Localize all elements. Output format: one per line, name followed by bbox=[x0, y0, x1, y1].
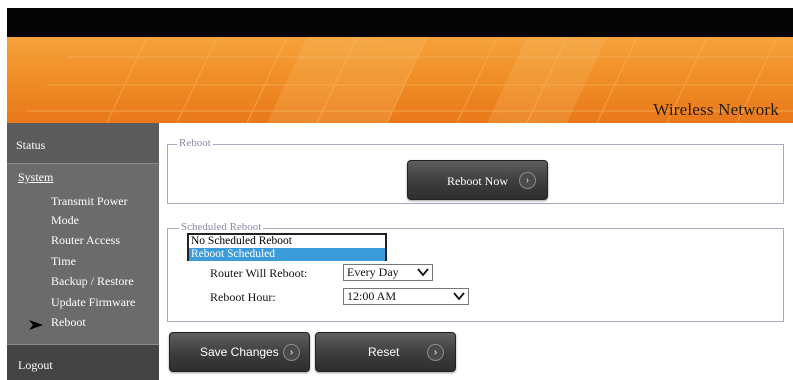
sidebar-item-status[interactable]: Status bbox=[7, 123, 159, 164]
sidebar-item-system[interactable]: System bbox=[18, 170, 53, 185]
sidebar-item-transmit-power[interactable]: Transmit Power bbox=[51, 194, 128, 209]
schedule-dropdown-list[interactable]: No Scheduled Reboot Reboot Scheduled bbox=[187, 233, 387, 261]
save-changes-label: Save Changes bbox=[200, 345, 279, 359]
save-changes-button[interactable]: Save Changes › bbox=[169, 332, 310, 372]
app-title: Wireless Network bbox=[653, 100, 779, 119]
sidebar-section-system: System Transmit Power Mode Router Access… bbox=[7, 164, 159, 343]
option-no-scheduled-reboot[interactable]: No Scheduled Reboot bbox=[189, 235, 385, 248]
active-arrow-icon bbox=[29, 320, 43, 330]
chevron-right-icon: › bbox=[519, 172, 536, 189]
reset-label: Reset bbox=[368, 345, 400, 359]
sidebar-item-time[interactable]: Time bbox=[51, 254, 76, 269]
reboot-hour-select[interactable]: 12:00 AM bbox=[343, 288, 469, 305]
reboot-now-label: Reboot Now bbox=[447, 174, 508, 188]
sidebar-item-reboot[interactable]: Reboot bbox=[51, 315, 86, 330]
header-banner: Wireless Network bbox=[7, 37, 793, 123]
chevron-down-icon bbox=[453, 292, 465, 301]
sidebar-item-mode[interactable]: Mode bbox=[51, 213, 79, 228]
sidebar: Status System Transmit Power Mode Router… bbox=[7, 123, 159, 380]
main-content: Reboot Reboot Now › Scheduled Reboot No … bbox=[159, 123, 793, 380]
router-will-reboot-label: Router Will Reboot: bbox=[210, 266, 308, 280]
reboot-hour-value: 12:00 AM bbox=[347, 289, 397, 303]
sidebar-item-logout[interactable]: Logout bbox=[7, 344, 159, 380]
chevron-down-icon bbox=[417, 268, 429, 277]
option-reboot-scheduled[interactable]: Reboot Scheduled bbox=[189, 248, 385, 261]
reboot-now-button[interactable]: Reboot Now › bbox=[407, 160, 548, 200]
reboot-fieldset: Reboot Reboot Now › bbox=[167, 137, 784, 204]
reboot-hour-label: Reboot Hour: bbox=[210, 290, 276, 304]
chevron-right-icon: › bbox=[427, 344, 444, 361]
reset-button[interactable]: Reset › bbox=[315, 332, 456, 372]
sidebar-item-router-access[interactable]: Router Access bbox=[51, 233, 120, 248]
top-bar bbox=[7, 8, 793, 37]
sidebar-item-update-firmware[interactable]: Update Firmware bbox=[51, 295, 135, 310]
router-will-reboot-value: Every Day bbox=[347, 265, 399, 279]
sidebar-item-backup-restore[interactable]: Backup / Restore bbox=[51, 274, 134, 289]
chevron-right-icon: › bbox=[283, 344, 300, 361]
scheduled-reboot-legend: Scheduled Reboot bbox=[179, 221, 264, 233]
router-will-reboot-select[interactable]: Every Day bbox=[343, 264, 433, 281]
reboot-legend: Reboot bbox=[177, 137, 213, 149]
